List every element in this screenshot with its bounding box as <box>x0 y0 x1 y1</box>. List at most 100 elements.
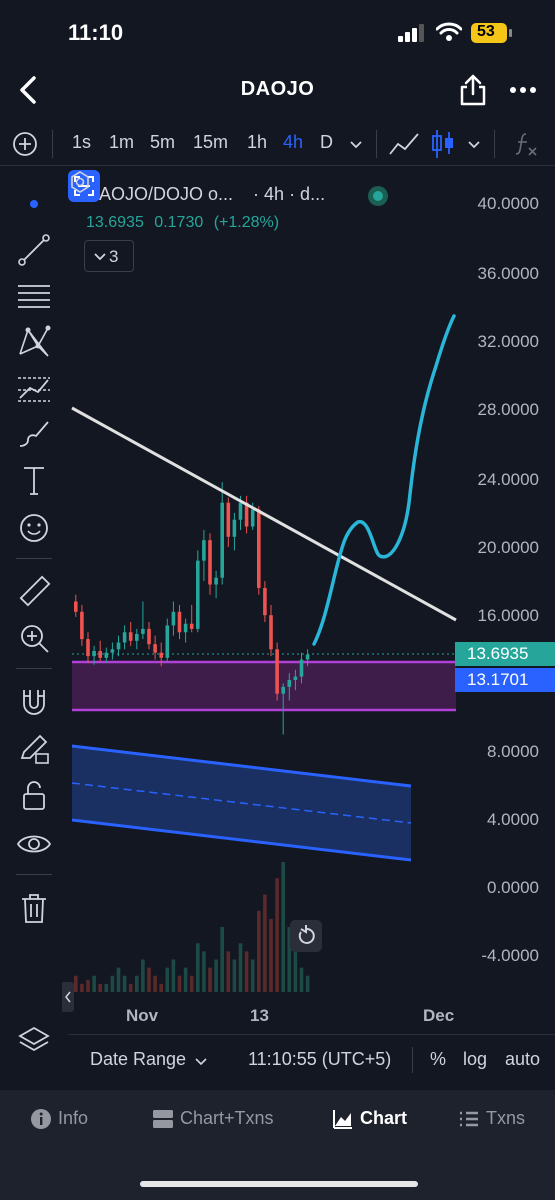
volume-bar <box>214 959 218 992</box>
chevron-left-icon <box>65 991 71 1003</box>
volume-bar <box>189 975 194 992</box>
unlock-icon[interactable] <box>14 776 54 816</box>
brush-icon[interactable] <box>14 414 54 454</box>
interval-1h[interactable]: 1h <box>247 132 267 153</box>
date-range-button[interactable]: Date Range <box>90 1049 186 1070</box>
date-range-label: Date Range <box>90 1049 187 1069</box>
ruler-icon[interactable] <box>14 572 54 612</box>
zoom-in-icon[interactable] <box>14 618 54 658</box>
timezone-clock[interactable]: 11:10:55 (UTC+5) <box>248 1049 391 1070</box>
chart-pane[interactable]: DAOJO/DOJO o... · 4h · d... 13.6935 0.17… <box>62 170 555 1084</box>
volume-bar <box>293 951 298 992</box>
list-icon <box>460 1111 478 1127</box>
settings-icon[interactable] <box>68 170 92 194</box>
date-axis-label: 13 <box>250 1006 269 1025</box>
line-chart-icon[interactable] <box>388 130 420 158</box>
auto-toggle[interactable]: auto <box>505 1049 540 1070</box>
price-axis-label: 0.0000 <box>487 878 539 897</box>
candle-body <box>305 654 310 660</box>
horizontal-lines-icon[interactable] <box>14 276 54 316</box>
candle-body <box>232 519 237 537</box>
tab-chart-txns[interactable]: Chart+Txns <box>152 1106 292 1136</box>
interval-15m[interactable]: 15m <box>193 132 228 153</box>
indicators-count: 3 <box>109 247 119 266</box>
tab-label: Chart <box>360 1108 408 1128</box>
interval-4h[interactable]: 4h <box>283 132 303 153</box>
tab-info[interactable]: Info <box>30 1106 100 1136</box>
volume-bar <box>183 967 188 992</box>
candle-body <box>92 651 96 657</box>
dot-icon[interactable] <box>14 184 54 224</box>
volume-bar <box>263 894 267 992</box>
price-axis-label: 36.0000 <box>477 264 539 283</box>
candle-body <box>135 633 139 641</box>
nav-header: DAOJO <box>0 62 555 118</box>
tab-txns[interactable]: Txns <box>458 1106 538 1136</box>
chevron-down-icon[interactable] <box>348 136 364 152</box>
magnet-icon[interactable] <box>14 682 54 722</box>
collapse-toolbar-tab[interactable] <box>62 982 74 1012</box>
candle-body <box>189 623 194 629</box>
chevron-down-icon[interactable] <box>194 1054 208 1068</box>
candle-body <box>183 623 188 633</box>
candle-body <box>80 611 84 640</box>
percent-toggle[interactable]: % <box>430 1049 446 1070</box>
trendline-icon[interactable] <box>14 230 54 270</box>
candle-body <box>122 632 127 643</box>
candle-body <box>196 560 200 629</box>
chevron-down-icon[interactable] <box>466 136 482 152</box>
candle-body <box>110 649 115 653</box>
reset-chart-button[interactable] <box>290 920 322 952</box>
log-toggle[interactable]: log <box>463 1049 487 1070</box>
prediction-icon[interactable] <box>14 368 54 408</box>
function-icon[interactable] <box>512 130 540 158</box>
more-icon[interactable] <box>506 76 540 104</box>
lock-pencil-icon[interactable] <box>14 728 54 768</box>
volume-bar <box>135 975 139 992</box>
legend-symbol-name: DAOJO/DOJO o... <box>86 184 234 204</box>
share-icon[interactable] <box>456 72 490 108</box>
volume-bar <box>147 967 151 992</box>
volume-bars <box>74 862 310 992</box>
candle-body <box>159 652 163 658</box>
tab-chart[interactable]: Chart <box>332 1106 422 1136</box>
interval-5m[interactable]: 5m <box>150 132 175 153</box>
volume-bar <box>92 975 96 992</box>
indicators-toggle[interactable]: 3 <box>84 240 134 272</box>
pattern-icon[interactable] <box>14 322 54 362</box>
last-price-tag: 13.6935 <box>455 642 555 666</box>
volume-bar <box>116 967 121 992</box>
trash-icon[interactable] <box>14 888 54 928</box>
interval-1s[interactable]: 1s <box>72 132 91 153</box>
interval-d[interactable]: D <box>320 132 333 153</box>
candle-body <box>104 652 109 658</box>
candle-body <box>250 509 255 527</box>
eye-icon[interactable] <box>14 824 54 864</box>
signal-icon <box>398 24 424 42</box>
volume-bar <box>159 983 163 992</box>
add-icon[interactable] <box>12 131 38 157</box>
candle-body <box>293 676 298 680</box>
chart-txns-icon <box>153 1110 173 1128</box>
reset-icon <box>298 925 315 944</box>
volume-bar <box>220 927 224 992</box>
candle-body <box>128 632 133 641</box>
volume-bar <box>171 959 176 992</box>
status-bar: 11:10 53 <box>0 0 555 62</box>
tab-label: Txns <box>486 1108 526 1128</box>
candles-icon[interactable] <box>430 128 456 160</box>
layers-icon[interactable] <box>14 1020 54 1060</box>
candle-body <box>287 679 292 687</box>
emoji-icon[interactable] <box>14 508 54 548</box>
tab-label: Info <box>58 1108 89 1128</box>
date-axis-label: Nov <box>126 1006 159 1025</box>
price-axis-label: 20.0000 <box>477 538 539 557</box>
interval-1m[interactable]: 1m <box>109 132 134 153</box>
candle-body <box>171 611 176 626</box>
candle-body <box>165 625 170 658</box>
volume-bar <box>275 878 279 992</box>
volume-bar <box>98 983 102 992</box>
legend-symbol[interactable]: DAOJO/DOJO o... · 4h · d... <box>86 184 325 205</box>
volume-bar <box>86 979 90 992</box>
text-icon[interactable] <box>14 460 54 500</box>
